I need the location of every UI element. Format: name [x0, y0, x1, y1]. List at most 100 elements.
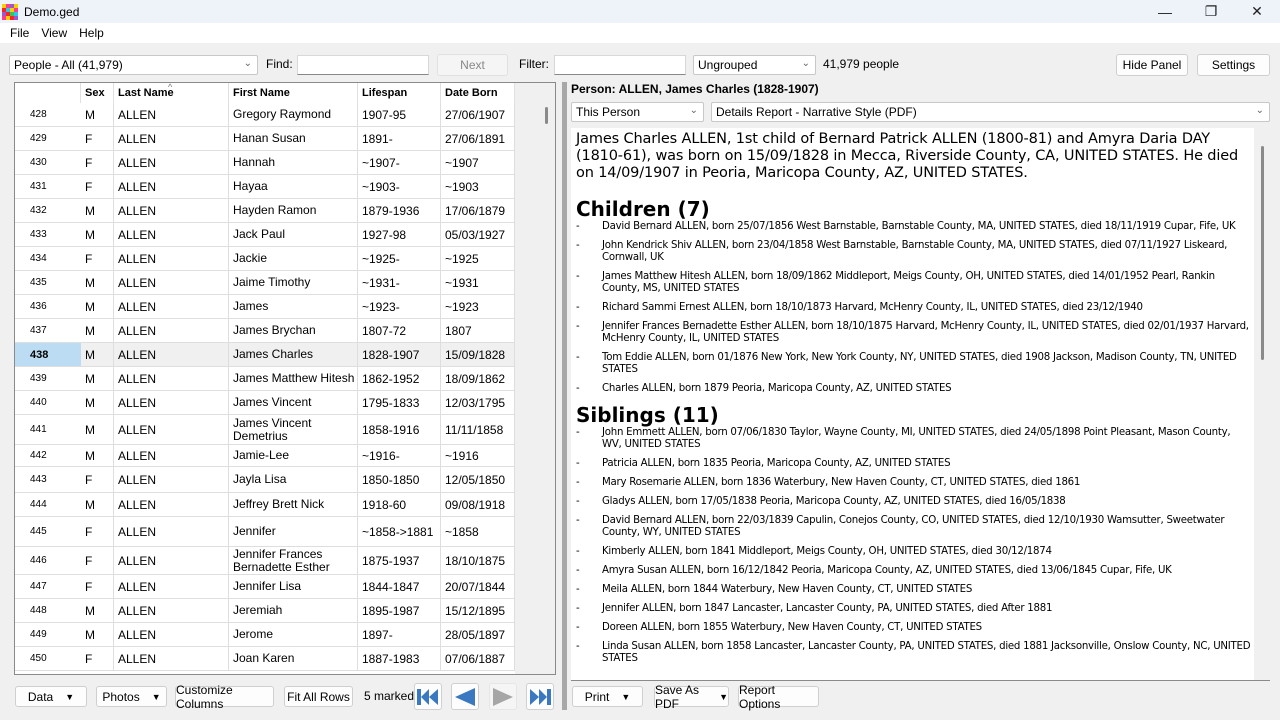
table-row[interactable]: 432 M ALLEN Hayden Ramon 1879-1936 17/06/1879: [15, 199, 515, 223]
lifespan-cell: ~1907-: [358, 151, 441, 174]
data-menu-button[interactable]: Data ▼: [15, 686, 87, 707]
table-row[interactable]: 450 F ALLEN Joan Karen 1887-1983 07/06/1887: [15, 647, 515, 671]
first-name-cell: James Matthew Hitesh: [229, 367, 358, 390]
next-button[interactable]: Next: [437, 54, 508, 76]
lifespan-cell: ~1858->1881: [358, 517, 441, 546]
table-row[interactable]: 440 M ALLEN James Vincent 1795-1833 12/03/179…: [15, 391, 515, 415]
table-row[interactable]: 448 M ALLEN Jeremiah 1895-1987 15/12/1895: [15, 599, 515, 623]
column-header-lifespan[interactable]: Lifespan: [358, 83, 441, 103]
child-entry-text: John Kendrick Shiv ALLEN, born 23/04/185…: [602, 240, 1228, 263]
previous-record-button[interactable]: [451, 683, 479, 710]
save-as-pdf-button[interactable]: Save As PDF ▼: [654, 683, 729, 711]
print-label: Print: [584, 689, 610, 704]
child-entry: - John Kendrick Shiv ALLEN, born 23/04/18…: [576, 240, 1251, 264]
report-scrollbar[interactable]: [1254, 128, 1270, 680]
sex-cell: M: [81, 367, 114, 390]
filter-input[interactable]: [554, 55, 686, 75]
table-row[interactable]: 442 M ALLEN Jamie-Lee ~1916- ~1916: [15, 445, 515, 467]
lifespan-cell: 1887-1983: [358, 647, 441, 670]
lifespan-cell: ~1925-: [358, 247, 441, 270]
table-row[interactable]: 431 F ALLEN Hayaa ~1903- ~1903: [15, 175, 515, 199]
minimize-button[interactable]: —: [1142, 0, 1188, 23]
table-row[interactable]: 446 F ALLEN Jennifer Frances Bernadette Est…: [15, 547, 515, 575]
table-row[interactable]: 430 F ALLEN Hannah ~1907- ~1907: [15, 151, 515, 175]
last-record-button[interactable]: [526, 683, 554, 710]
first-name-cell: Joan Karen: [229, 647, 358, 670]
print-button[interactable]: Print ▼: [572, 686, 643, 707]
sex-cell: F: [81, 247, 114, 270]
close-button[interactable]: ✕: [1234, 0, 1280, 23]
sex-cell: M: [81, 623, 114, 646]
siblings-list: - John Emmett ALLEN, born 07/06/1830 Tayl…: [576, 427, 1251, 665]
sibling-entry-text: Mary Rosemarie ALLEN, born 1836 Waterbur…: [602, 477, 1081, 488]
dropdown-arrow-icon: ▼: [719, 691, 728, 702]
maximize-button[interactable]: ❐: [1188, 0, 1234, 23]
table-row[interactable]: 436 M ALLEN James ~1923- ~1923: [15, 295, 515, 319]
row-number: 434: [30, 253, 47, 264]
column-header-first-name[interactable]: First Name: [229, 83, 358, 103]
column-header-last-name[interactable]: Last Name ^: [114, 83, 229, 103]
hide-panel-button[interactable]: Hide Panel: [1116, 54, 1188, 76]
lifespan-cell: 1862-1952: [358, 367, 441, 390]
sex-cell: M: [81, 199, 114, 222]
menu-view[interactable]: View: [35, 26, 73, 40]
table-row[interactable]: 445 F ALLEN Jennifer ~1858->1881 ~1858: [15, 517, 515, 547]
people-filter-select[interactable]: People - All (41,979) ⌄: [9, 55, 258, 75]
sibling-entry-text: Doreen ALLEN, born 1855 Waterbury, New H…: [602, 622, 982, 633]
lifespan-cell: 1875-1937: [358, 547, 441, 574]
column-header-date-born[interactable]: Date Born: [441, 83, 515, 103]
last-name-cell: ALLEN: [114, 295, 229, 318]
table-row[interactable]: 439 M ALLEN James Matthew Hitesh 1862-1952 18…: [15, 367, 515, 391]
table-row[interactable]: 434 F ALLEN Jackie ~1925- ~1925: [15, 247, 515, 271]
grid-scrollbar[interactable]: [515, 83, 555, 674]
sex-cell: M: [81, 295, 114, 318]
bullet-dash: -: [576, 641, 580, 652]
date-born-cell: 20/07/1844: [441, 575, 515, 598]
date-born-cell: 28/05/1897: [441, 623, 515, 646]
menu-help[interactable]: Help: [73, 26, 110, 40]
photos-menu-button[interactable]: Photos ▼: [96, 686, 167, 707]
report-scrollbar-thumb[interactable]: [1261, 146, 1264, 360]
table-row[interactable]: 441 M ALLEN James Vincent Demetrius 1858-191…: [15, 415, 515, 445]
report-options-button[interactable]: Report Options: [738, 683, 819, 711]
customize-columns-button[interactable]: Customize Columns: [175, 683, 274, 711]
table-row[interactable]: 435 M ALLEN Jaime Timothy ~1931- ~1931: [15, 271, 515, 295]
grid-scrollbar-thumb[interactable]: [545, 107, 548, 124]
table-row[interactable]: 449 M ALLEN Jerome 1897- 28/05/1897: [15, 623, 515, 647]
lifespan-cell: 1897-: [358, 623, 441, 646]
sibling-entry-text: Meila ALLEN, born 1844 Waterbury, New Ha…: [602, 584, 973, 595]
grouping-select[interactable]: Ungrouped ⌄: [693, 55, 816, 75]
table-row[interactable]: 433 M ALLEN Jack Paul 1927-98 05/03/1927: [15, 223, 515, 247]
menu-file[interactable]: File: [4, 26, 35, 40]
bullet-dash: -: [576, 302, 580, 313]
next-record-button[interactable]: [489, 683, 517, 710]
table-row[interactable]: 447 F ALLEN Jennifer Lisa 1844-1847 20/07/184…: [15, 575, 515, 599]
table-row[interactable]: 438 M ALLEN James Charles 1828-1907 15/09/182…: [15, 343, 515, 367]
sibling-entry: - Doreen ALLEN, born 1855 Waterbury, New …: [576, 622, 1251, 634]
column-header-number[interactable]: [15, 83, 81, 103]
table-row[interactable]: 428 M ALLEN Gregory Raymond 1907-95 27/06/190…: [15, 103, 515, 127]
date-born-cell: 11/11/1858: [441, 415, 515, 444]
restore-icon: ❐: [1204, 3, 1218, 19]
first-name-cell: Jennifer: [229, 517, 358, 546]
table-row[interactable]: 429 F ALLEN Hanan Susan 1891- 27/06/1891: [15, 127, 515, 151]
report-scope-select[interactable]: This Person ⌄: [571, 102, 704, 122]
find-input[interactable]: [297, 55, 429, 75]
sex-cell: F: [81, 467, 114, 492]
column-header-sex[interactable]: Sex: [81, 83, 114, 103]
table-row[interactable]: 443 F ALLEN Jayla Lisa 1850-1850 12/05/1850: [15, 467, 515, 493]
table-row[interactable]: 444 M ALLEN Jeffrey Brett Nick 1918-60 09/08/…: [15, 493, 515, 517]
sibling-entry: - Kimberly ALLEN, born 1841 Middleport, M…: [576, 546, 1251, 558]
fit-all-rows-button[interactable]: Fit All Rows: [284, 686, 353, 707]
panel-splitter[interactable]: [562, 82, 567, 710]
sibling-entry: - Jennifer ALLEN, born 1847 Lancaster, La…: [576, 603, 1251, 615]
last-name-cell: ALLEN: [114, 445, 229, 466]
child-entry: - James Matthew Hitesh ALLEN, born 18/09/…: [576, 271, 1251, 295]
sibling-entry: - David Bernard ALLEN, born 22/03/1839 Ca…: [576, 515, 1251, 539]
last-name-cell: ALLEN: [114, 647, 229, 670]
table-row[interactable]: 437 M ALLEN James Brychan 1807-72 1807: [15, 319, 515, 343]
first-record-button[interactable]: [414, 683, 442, 710]
chevron-down-icon: ⌄: [1255, 105, 1264, 116]
settings-button[interactable]: Settings: [1197, 54, 1270, 76]
report-type-select[interactable]: Details Report - Narrative Style (PDF) ⌄: [711, 102, 1270, 122]
